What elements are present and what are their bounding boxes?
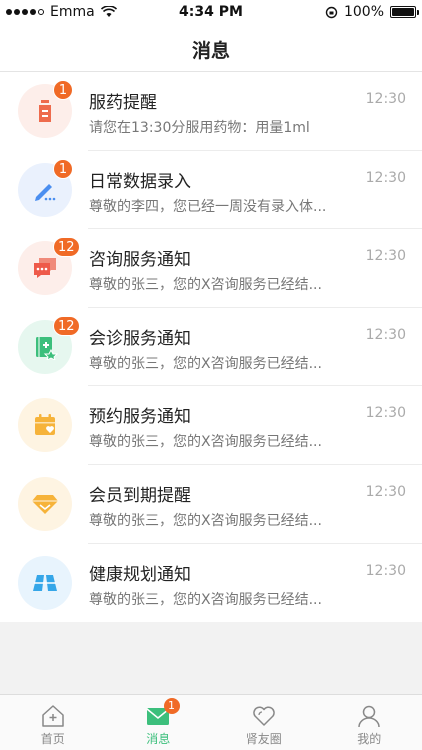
message-time: 12:30 xyxy=(365,483,406,500)
tab-badge: 1 xyxy=(163,698,180,714)
message-time: 12:30 xyxy=(365,326,406,343)
battery-label: 100% xyxy=(343,4,384,20)
message-item-daily-data-entry[interactable]: 1 日常数据录入 尊敬的李四，您已经一周没有录入体... 12:30 xyxy=(0,151,422,230)
user-icon xyxy=(358,705,380,728)
unread-badge: 12 xyxy=(53,237,80,258)
tab-messages[interactable]: 1 消息 xyxy=(106,695,212,750)
message-title: 会诊服务通知 xyxy=(89,328,191,349)
tab-home[interactable]: 首页 xyxy=(0,695,106,750)
diamond-icon xyxy=(18,476,72,531)
message-title: 服药提醒 xyxy=(89,93,157,113)
tab-label: 消息 xyxy=(146,732,171,746)
orientation-lock-icon xyxy=(325,6,338,18)
home-icon xyxy=(42,705,64,727)
message-item-appointment-notice[interactable]: 预约服务通知 尊敬的张三，您的X咨询服务已经结... 12:30 xyxy=(0,386,422,465)
message-item-membership-expiry[interactable]: 会员到期提醒 尊敬的张三，您的X咨询服务已经结... 12:30 xyxy=(0,465,422,544)
message-preview: 尊敬的李四，您已经一周没有录入体... xyxy=(89,198,327,215)
map-icon xyxy=(18,555,72,610)
unread-badge: 12 xyxy=(53,315,80,336)
message-preview: 尊敬的张三，您的X咨询服务已经结... xyxy=(89,591,322,608)
tab-label: 肾友圈 xyxy=(245,732,282,746)
tab-mine[interactable]: 我的 xyxy=(317,695,422,750)
message-preview: 尊敬的张三，您的X咨询服务已经结... xyxy=(89,277,322,294)
battery-icon xyxy=(390,6,419,18)
tab-kidney-friends[interactable]: 肾友圈 xyxy=(211,695,317,750)
message-time: 12:30 xyxy=(365,91,406,107)
navigation-bar: 消息 xyxy=(0,25,422,72)
tab-label: 首页 xyxy=(40,732,65,746)
status-bar: Emma 4:34 PM 100% xyxy=(0,0,422,25)
message-title: 预约服务通知 xyxy=(89,407,191,428)
message-title: 咨询服务通知 xyxy=(89,250,191,271)
tab-label: 我的 xyxy=(357,732,382,746)
message-time: 12:30 xyxy=(365,405,406,422)
message-title: 日常数据录入 xyxy=(89,171,191,192)
message-item-consultation-notice[interactable]: 12 咨询服务通知 尊敬的张三，您的X咨询服务已经结... 12:30 xyxy=(0,229,422,308)
page-title: 消息 xyxy=(191,40,230,62)
message-time: 12:30 xyxy=(365,169,406,186)
message-item-medication-reminder[interactable]: 1 服药提醒 请您在13:30分服用药物：用量1ml 12:30 xyxy=(0,72,422,151)
message-item-health-plan-notice[interactable]: 健康规划通知 尊敬的张三，您的X咨询服务已经结... 12:30 xyxy=(0,544,422,623)
message-time: 12:30 xyxy=(365,562,406,579)
message-item-joint-consultation-notice[interactable]: 12 会诊服务通知 尊敬的张三，您的X咨询服务已经结... 12:30 xyxy=(0,308,422,387)
message-title: 会员到期提醒 xyxy=(89,485,191,506)
tab-bar: 首页 1 消息 肾友圈 我的 xyxy=(0,694,422,750)
calendar-heart-icon xyxy=(18,398,72,453)
message-preview: 请您在13:30分服用药物：用量1ml xyxy=(89,120,310,136)
heart-icon xyxy=(252,706,275,726)
message-preview: 尊敬的张三，您的X咨询服务已经结... xyxy=(89,355,322,372)
message-title: 健康规划通知 xyxy=(89,564,191,585)
unread-badge: 1 xyxy=(53,80,73,100)
message-time: 12:30 xyxy=(365,248,406,265)
message-list: 1 服药提醒 请您在13:30分服用药物：用量1ml 12:30 1 日常数据录… xyxy=(0,72,422,623)
message-preview: 尊敬的张三，您的X咨询服务已经结... xyxy=(89,434,322,451)
unread-badge: 1 xyxy=(53,158,73,179)
message-preview: 尊敬的张三，您的X咨询服务已经结... xyxy=(89,512,322,529)
